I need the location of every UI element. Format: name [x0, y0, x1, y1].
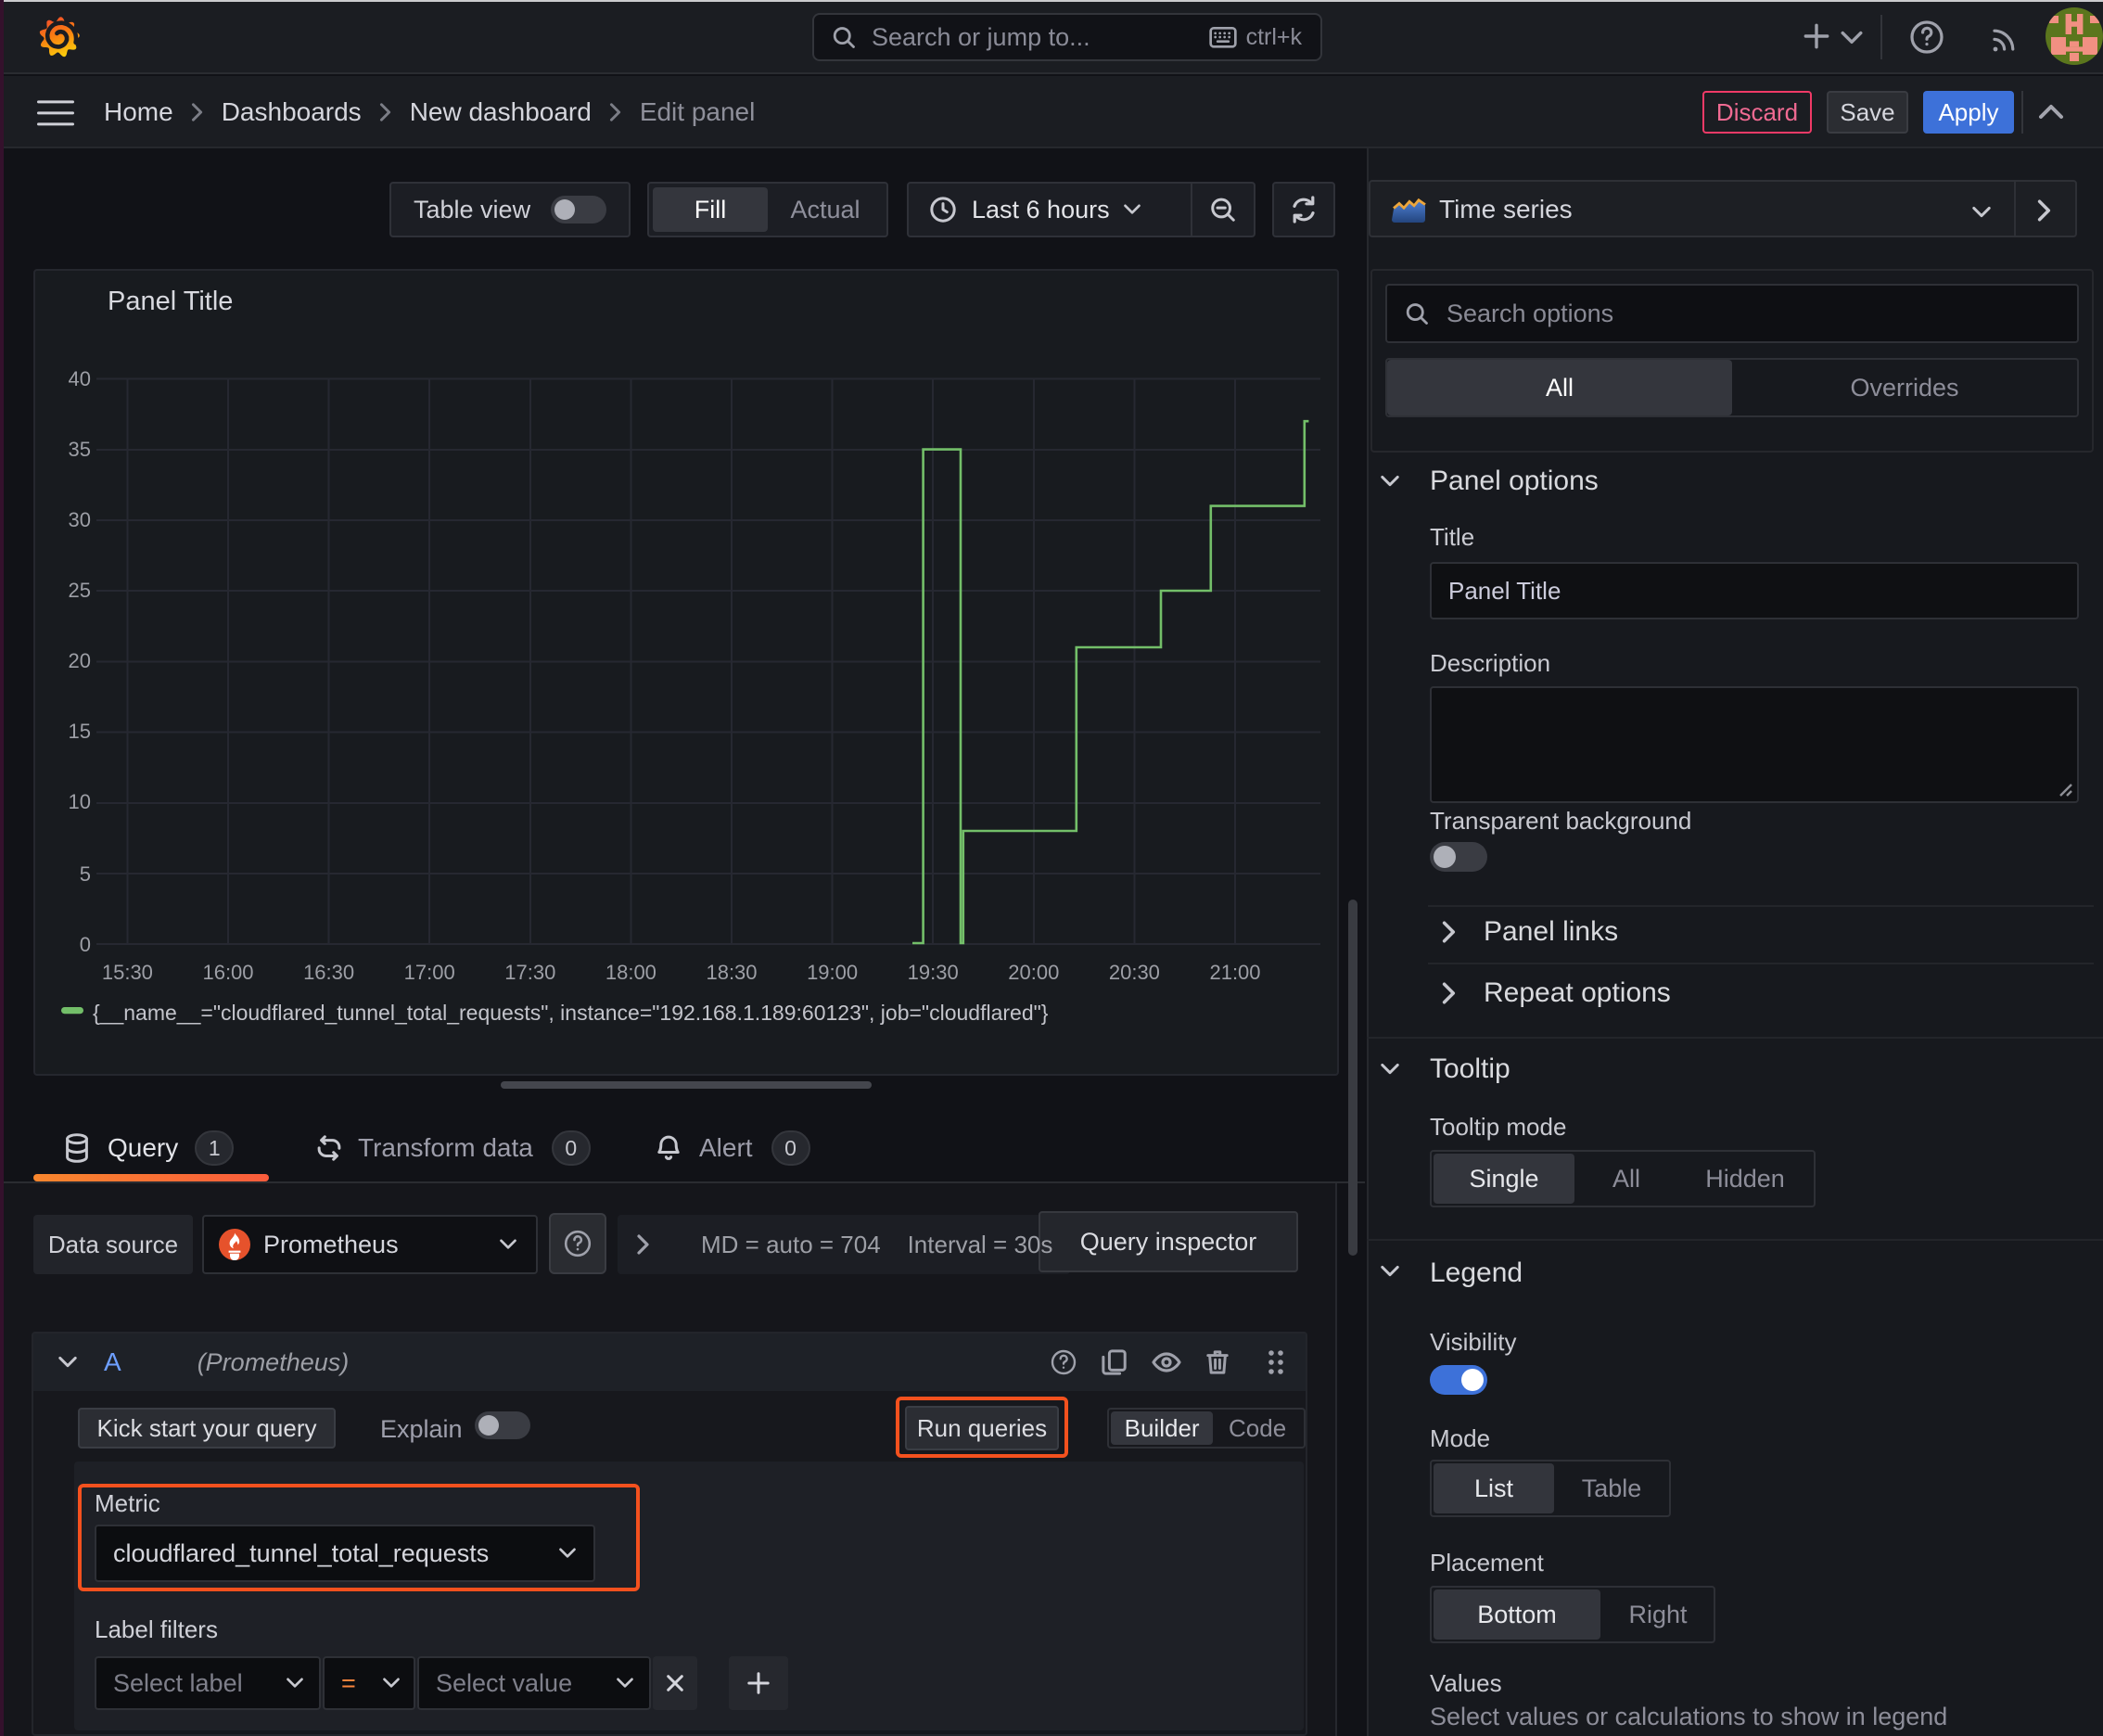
svg-text:20:00: 20:00: [1008, 961, 1059, 984]
svg-text:16:00: 16:00: [202, 961, 253, 984]
svg-text:16:30: 16:30: [303, 961, 354, 984]
svg-text:Panel Title: Panel Title: [108, 287, 233, 316]
svg-text:20: 20: [69, 649, 91, 672]
svg-text:17:30: 17:30: [504, 961, 555, 984]
svg-text:18:00: 18:00: [605, 961, 656, 984]
svg-text:20:30: 20:30: [1109, 961, 1160, 984]
svg-text:0: 0: [80, 933, 91, 956]
svg-text:10: 10: [69, 790, 91, 813]
svg-text:40: 40: [69, 367, 91, 390]
svg-text:25: 25: [69, 579, 91, 602]
svg-text:17:00: 17:00: [404, 961, 455, 984]
svg-text:30: 30: [69, 508, 91, 531]
svg-text:21:00: 21:00: [1209, 961, 1260, 984]
svg-text:{__name__="cloudflared_tunnel_: {__name__="cloudflared_tunnel_total_requ…: [93, 1001, 1049, 1025]
svg-text:19:00: 19:00: [807, 961, 858, 984]
svg-text:15:30: 15:30: [102, 961, 153, 984]
svg-text:18:30: 18:30: [706, 961, 757, 984]
svg-text:5: 5: [80, 862, 91, 886]
svg-text:19:30: 19:30: [908, 961, 959, 984]
svg-text:35: 35: [69, 438, 91, 461]
svg-text:15: 15: [69, 720, 91, 743]
